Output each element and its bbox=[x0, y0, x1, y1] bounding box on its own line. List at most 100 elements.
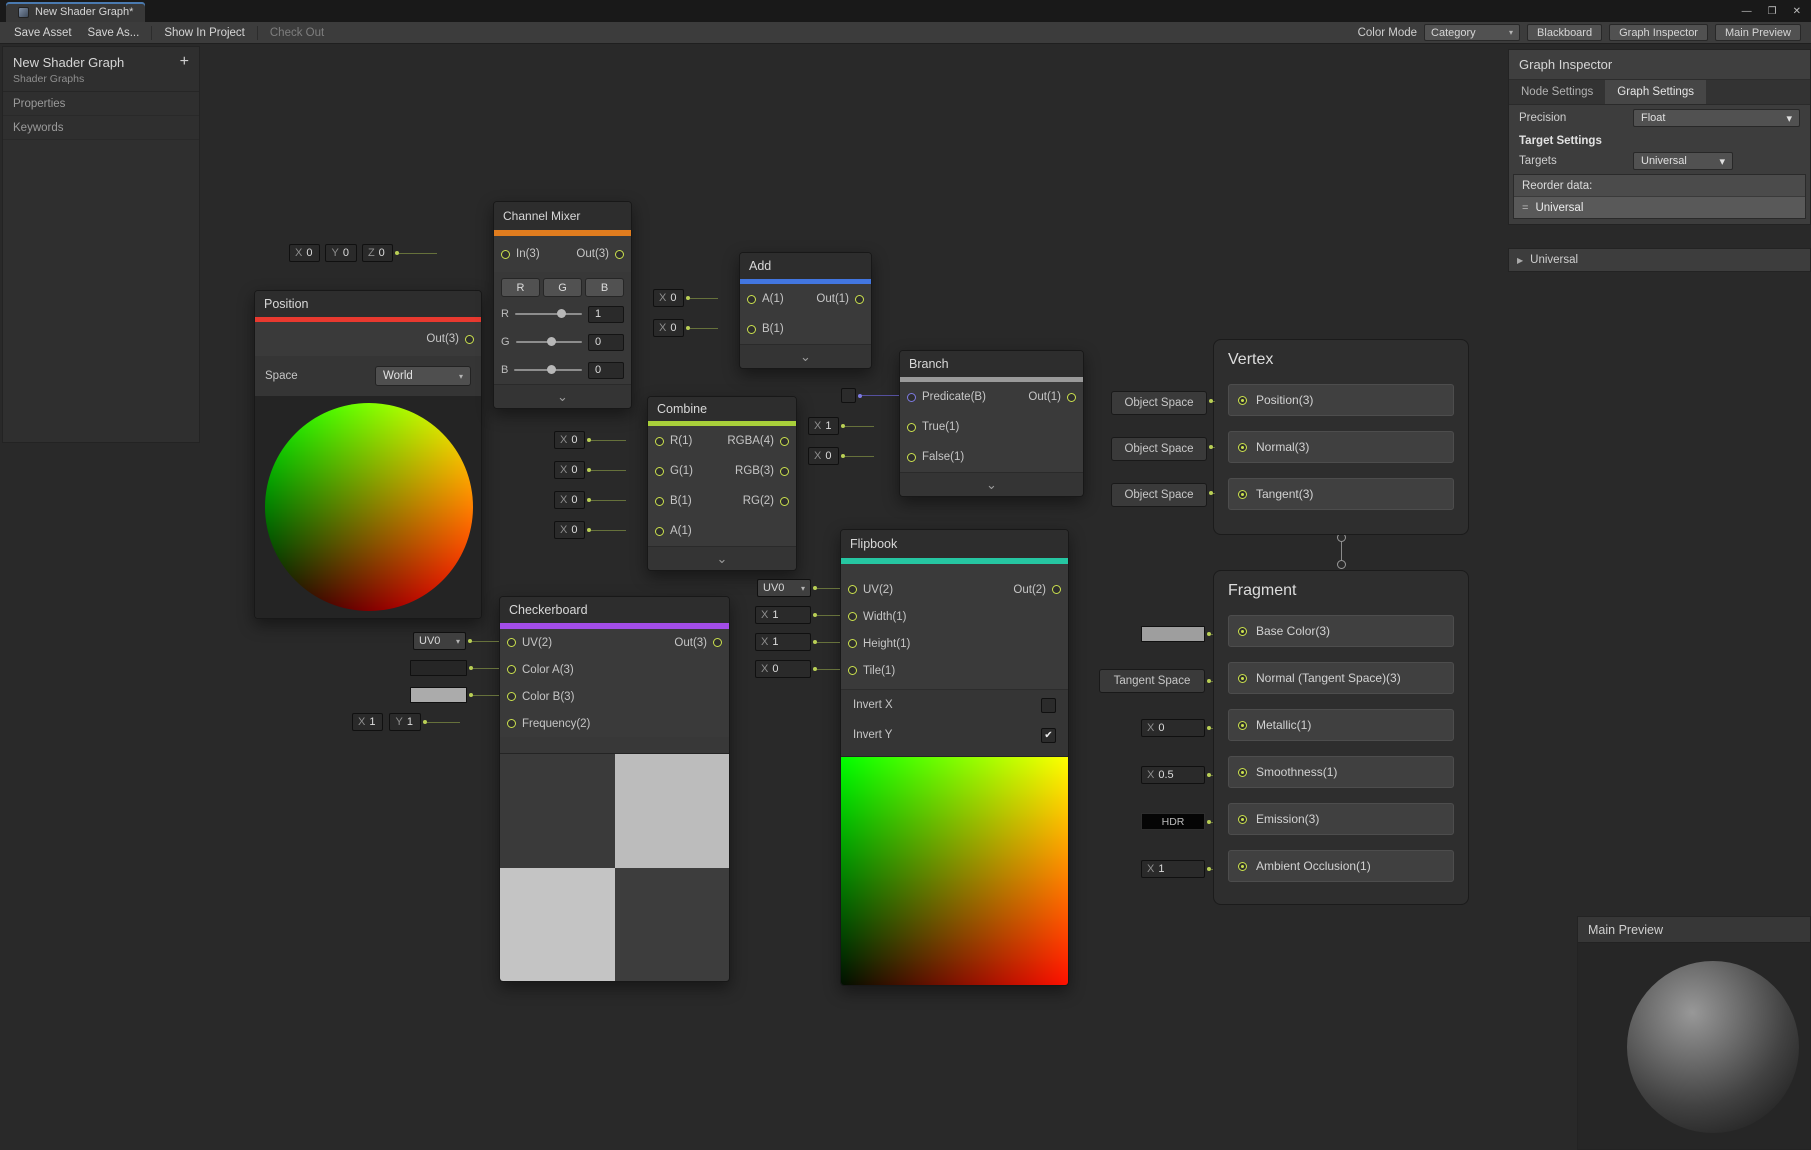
node-flipbook-title[interactable]: Flipbook bbox=[841, 530, 1068, 558]
port-smoothness[interactable] bbox=[1238, 768, 1247, 777]
port-height[interactable] bbox=[848, 639, 857, 648]
channel-g-button[interactable]: G bbox=[543, 278, 582, 297]
float-field[interactable]: X1 bbox=[755, 606, 811, 624]
drag-handle-icon[interactable]: = bbox=[1522, 202, 1528, 214]
node-checkerboard-title[interactable]: Checkerboard bbox=[500, 597, 729, 623]
main-preview-toggle-button[interactable]: Main Preview bbox=[1715, 24, 1801, 41]
frequency-x-field[interactable]: X1 bbox=[352, 713, 383, 731]
node-combine-title[interactable]: Combine bbox=[648, 397, 796, 421]
port-width[interactable] bbox=[848, 612, 857, 621]
collapse-button[interactable]: ⌄ bbox=[494, 384, 631, 408]
block-position[interactable]: Position(3) bbox=[1228, 384, 1454, 416]
graph-inspector-toggle-button[interactable]: Graph Inspector bbox=[1609, 24, 1708, 41]
block-normal-tangent[interactable]: Normal (Tangent Space)(3) bbox=[1228, 662, 1454, 694]
collapse-button[interactable]: ⌄ bbox=[900, 472, 1083, 496]
show-in-project-button[interactable]: Show In Project bbox=[156, 25, 253, 41]
float-field[interactable]: X1 bbox=[755, 633, 811, 651]
add-property-button[interactable]: + bbox=[180, 53, 189, 71]
float-field[interactable]: X0 bbox=[1141, 719, 1205, 737]
port-normal-block[interactable] bbox=[1238, 443, 1247, 452]
space-dropdown[interactable]: World ▾ bbox=[375, 366, 471, 386]
position-space-binding[interactable]: Object Space bbox=[1111, 391, 1207, 415]
port-true[interactable] bbox=[907, 423, 916, 432]
node-combine[interactable]: Combine R(1) RGBA(4) G(1) RGB(3) B(1) RG… bbox=[647, 396, 797, 571]
targets-dropdown[interactable]: Universal ▾ bbox=[1633, 152, 1733, 170]
node-add[interactable]: Add A(1) Out(1) B(1) ⌄ bbox=[739, 252, 872, 369]
invert-y-checkbox[interactable]: ✔ bbox=[1041, 728, 1056, 743]
edge-endpoint[interactable] bbox=[1337, 560, 1346, 569]
port-base-color[interactable] bbox=[1238, 627, 1247, 636]
node-position[interactable]: Position Out(3) Space World ▾ bbox=[254, 290, 482, 619]
float-field[interactable]: X0 bbox=[808, 447, 839, 465]
port-in[interactable] bbox=[501, 250, 510, 259]
save-as-button[interactable]: Save As... bbox=[80, 25, 148, 41]
port-color-b[interactable] bbox=[507, 692, 516, 701]
b-slider[interactable] bbox=[514, 369, 582, 371]
port-rg[interactable] bbox=[780, 497, 789, 506]
node-position-title[interactable]: Position bbox=[255, 291, 481, 317]
port-out[interactable] bbox=[855, 295, 864, 304]
channel-b-button[interactable]: B bbox=[585, 278, 624, 297]
vector-z-field[interactable]: Z 0 bbox=[362, 244, 393, 262]
float-field[interactable]: X0 bbox=[755, 660, 811, 678]
float-field[interactable]: X0 bbox=[554, 431, 585, 449]
port-b[interactable] bbox=[655, 497, 664, 506]
predicate-checkbox[interactable] bbox=[841, 388, 856, 403]
float-field[interactable]: X1 bbox=[1141, 860, 1205, 878]
r-value-field[interactable]: 1 bbox=[588, 306, 624, 323]
float-field[interactable]: X 0 bbox=[653, 289, 684, 307]
document-tab[interactable]: New Shader Graph* bbox=[6, 2, 145, 22]
minimize-icon[interactable]: — bbox=[1742, 6, 1752, 17]
precision-dropdown[interactable]: Float ▾ bbox=[1633, 109, 1800, 127]
slider-thumb[interactable] bbox=[547, 337, 556, 346]
blackboard-panel[interactable]: New Shader Graph Shader Graphs + Propert… bbox=[2, 46, 200, 443]
port-position-out[interactable] bbox=[465, 335, 474, 344]
collapse-button[interactable]: ⌄ bbox=[648, 546, 796, 570]
node-flipbook[interactable]: Flipbook UV(2) Out(2) Width(1) Height(1)… bbox=[840, 529, 1069, 986]
uv-channel-dropdown[interactable]: UV0 ▾ bbox=[757, 579, 811, 597]
g-value-field[interactable]: 0 bbox=[588, 334, 624, 351]
b-value-field[interactable]: 0 bbox=[588, 362, 624, 379]
save-asset-button[interactable]: Save Asset bbox=[6, 25, 80, 41]
color-mode-dropdown[interactable]: Category ▾ bbox=[1424, 24, 1520, 41]
port-out[interactable] bbox=[1052, 585, 1061, 594]
graph-inspector-panel[interactable]: Graph Inspector Node Settings Graph Sett… bbox=[1508, 49, 1811, 225]
port-out[interactable] bbox=[615, 250, 624, 259]
tab-node-settings[interactable]: Node Settings bbox=[1509, 80, 1605, 104]
float-field[interactable]: X0 bbox=[554, 461, 585, 479]
node-branch[interactable]: Branch Predicate(B) Out(1) True(1) False… bbox=[899, 350, 1084, 497]
node-channel-mixer[interactable]: Channel Mixer In(3) Out(3) R G B R 1 G 0… bbox=[493, 201, 632, 409]
port-tile[interactable] bbox=[848, 666, 857, 675]
port-rgb[interactable] bbox=[780, 467, 789, 476]
collapse-button[interactable]: ⌄ bbox=[740, 344, 871, 368]
port-color-a[interactable] bbox=[507, 665, 516, 674]
port-g[interactable] bbox=[655, 467, 664, 476]
port-tangent-block[interactable] bbox=[1238, 490, 1247, 499]
float-field[interactable]: X1 bbox=[808, 417, 839, 435]
port-r[interactable] bbox=[655, 437, 664, 446]
block-base-color[interactable]: Base Color(3) bbox=[1228, 615, 1454, 647]
color-b-swatch[interactable] bbox=[410, 687, 467, 703]
float-field[interactable]: X 0 bbox=[653, 319, 684, 337]
node-branch-title[interactable]: Branch bbox=[900, 351, 1083, 377]
normal-tangent-space-binding[interactable]: Tangent Space bbox=[1099, 669, 1205, 693]
close-icon[interactable]: ✕ bbox=[1793, 6, 1801, 17]
block-ambient-occlusion[interactable]: Ambient Occlusion(1) bbox=[1228, 850, 1454, 882]
tab-graph-settings[interactable]: Graph Settings bbox=[1605, 80, 1706, 104]
port-metallic[interactable] bbox=[1238, 721, 1247, 730]
vertex-context[interactable]: Vertex Position(3) Normal(3) Tangent(3) bbox=[1213, 339, 1469, 535]
float-field[interactable]: X0.5 bbox=[1141, 766, 1205, 784]
node-checkerboard[interactable]: Checkerboard UV(2) Out(3) Color A(3) Col… bbox=[499, 596, 730, 982]
port-false[interactable] bbox=[907, 453, 916, 462]
color-a-swatch[interactable] bbox=[410, 660, 467, 676]
slider-thumb[interactable] bbox=[557, 309, 566, 318]
block-tangent[interactable]: Tangent(3) bbox=[1228, 478, 1454, 510]
invert-x-checkbox[interactable] bbox=[1041, 698, 1056, 713]
block-emission[interactable]: Emission(3) bbox=[1228, 803, 1454, 835]
port-predicate[interactable] bbox=[907, 393, 916, 402]
port-normal-tangent[interactable] bbox=[1238, 674, 1247, 683]
tangent-space-binding[interactable]: Object Space bbox=[1111, 483, 1207, 507]
port-position-block[interactable] bbox=[1238, 396, 1247, 405]
uv-channel-dropdown[interactable]: UV0 ▾ bbox=[413, 632, 466, 650]
universal-foldout[interactable]: ▶ Universal bbox=[1508, 248, 1811, 272]
